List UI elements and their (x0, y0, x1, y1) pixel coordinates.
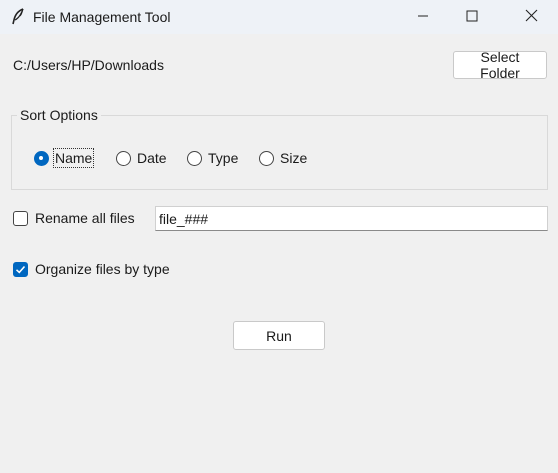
organize-checkbox[interactable]: Organize files by type (13, 259, 170, 279)
radio-unchecked-icon (116, 150, 131, 166)
radio-unchecked-icon (259, 150, 274, 166)
close-button[interactable] (508, 0, 554, 34)
maximize-button[interactable] (449, 0, 495, 34)
sort-radio-type[interactable]: Type (187, 147, 238, 169)
minimize-button[interactable] (400, 0, 446, 34)
radio-unchecked-icon (187, 150, 202, 166)
radio-checked-icon (34, 150, 49, 166)
main-window: File Management Tool C:/Users/HP/Downloa… (0, 0, 558, 473)
sort-radio-type-label: Type (208, 150, 239, 166)
folder-path-label: C:/Users/HP/Downloads (13, 57, 164, 73)
maximize-icon (466, 9, 478, 25)
sort-radio-name-label: Name (52, 148, 95, 168)
sort-options-title: Sort Options (17, 107, 101, 123)
title-bar: File Management Tool (0, 0, 558, 34)
feather-icon (10, 8, 26, 26)
sort-radio-name[interactable]: Name (34, 147, 95, 169)
sort-radio-date[interactable]: Date (116, 147, 167, 169)
sort-radio-date-label: Date (137, 150, 167, 166)
minimize-icon (417, 9, 429, 25)
run-button[interactable]: Run (233, 321, 325, 350)
sort-radio-size[interactable]: Size (259, 147, 307, 169)
sort-radio-size-label: Size (280, 150, 308, 166)
close-icon (525, 9, 538, 25)
rename-pattern-input[interactable] (155, 206, 548, 231)
window-title: File Management Tool (33, 9, 171, 25)
select-folder-button[interactable]: Select Folder (453, 49, 547, 81)
checkbox-unchecked-icon (13, 210, 28, 226)
checkbox-checked-icon (13, 261, 28, 277)
rename-checkbox[interactable]: Rename all files (13, 208, 135, 228)
rename-checkbox-label: Rename all files (35, 210, 135, 226)
organize-checkbox-label: Organize files by type (35, 261, 170, 277)
